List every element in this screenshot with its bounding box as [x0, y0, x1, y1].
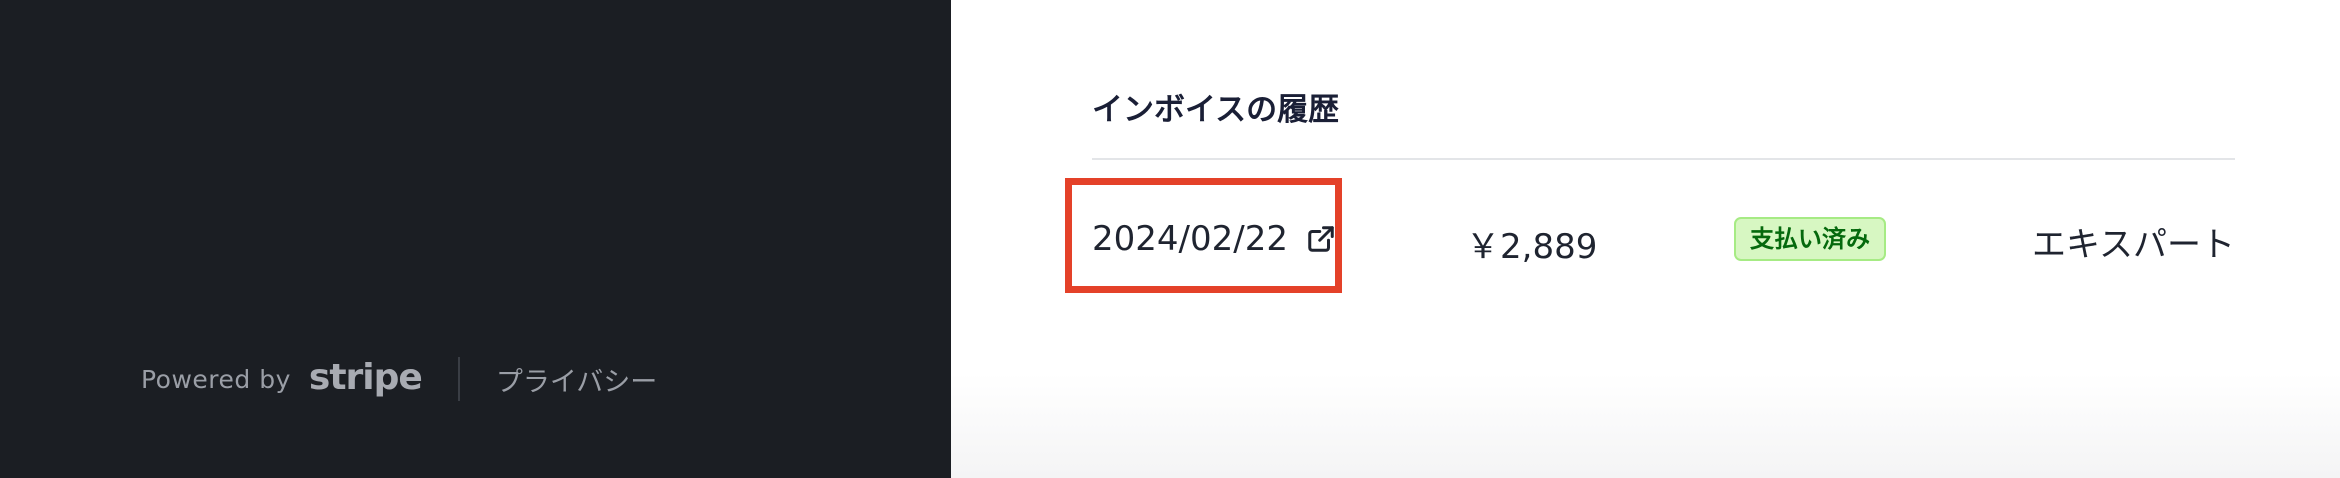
- invoice-row: 2024/02/22 ￥2,889 支払い済み エキスパート: [1092, 205, 2235, 279]
- invoice-date-link[interactable]: 2024/02/22: [1092, 219, 1336, 259]
- privacy-link[interactable]: プライバシー: [496, 360, 657, 399]
- sidebar-panel: Powered by stripe プライバシー: [0, 0, 951, 478]
- billing-portal: Powered by stripe プライバシー インボイスの履歴 2024/0…: [0, 0, 2340, 478]
- status-badge: 支払い済み: [1734, 217, 1886, 261]
- title-divider: [1092, 158, 2235, 160]
- invoice-date: 2024/02/22: [1092, 219, 1288, 259]
- invoice-history-title: インボイスの履歴: [1092, 92, 1340, 128]
- invoice-amount: ￥2,889: [1466, 227, 1598, 267]
- invoice-plan: エキスパート: [2032, 225, 2235, 265]
- main-content: インボイスの履歴 2024/02/22 ￥2,889 支払い済み エキスパート: [951, 0, 2340, 478]
- powered-by-label: Powered by: [141, 364, 291, 394]
- sidebar-footer: Powered by stripe プライバシー: [141, 355, 657, 403]
- external-link-icon: [1308, 226, 1334, 252]
- footer-divider: [457, 357, 460, 401]
- stripe-logo[interactable]: stripe: [309, 357, 423, 398]
